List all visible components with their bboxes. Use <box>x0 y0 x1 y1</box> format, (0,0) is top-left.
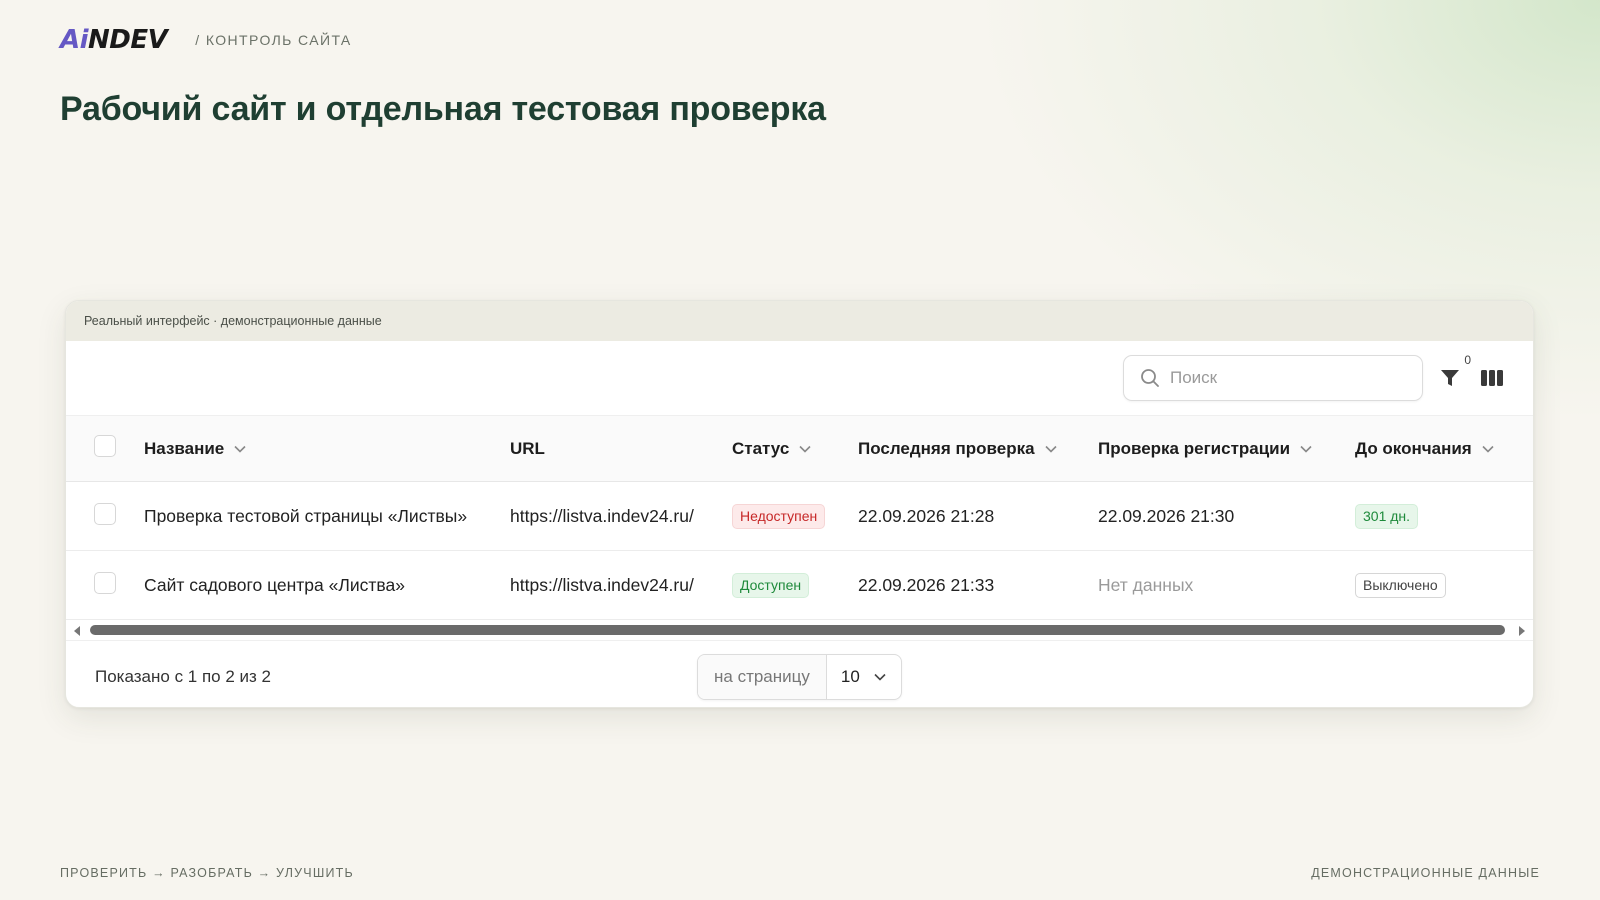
scroll-right-icon[interactable] <box>1517 625 1527 637</box>
chevron-down-icon <box>1300 445 1312 453</box>
site-name[interactable]: Проверка тестовой страницы «Листвы» <box>144 482 510 551</box>
footer-tagline: Проверить → разобрать → улучшить <box>60 866 354 880</box>
brand-logo[interactable]: AiNDEV <box>60 25 168 55</box>
pagination-summary: Показано с 1 по 2 из 2 <box>95 666 271 686</box>
search-icon <box>1141 369 1159 387</box>
column-header-last-check[interactable]: Последняя проверка <box>858 416 1098 482</box>
site-url[interactable]: https://listva.indev24.ru/ <box>510 482 732 551</box>
table-row[interactable]: Сайт садового центра «Листва» https://li… <box>66 551 1533 620</box>
select-all-checkbox[interactable] <box>94 435 116 457</box>
reg-check: 22.09.2026 21:30 <box>1098 505 1235 526</box>
panel-caption: Реальный интерфейс · демонстрационные да… <box>66 301 1533 341</box>
page-title: Рабочий сайт и отдельная тестовая провер… <box>60 90 826 128</box>
per-page-label: на страницу <box>698 655 827 699</box>
chevron-down-icon <box>1482 445 1494 453</box>
breadcrumb: / Контроль сайта <box>195 32 352 48</box>
scrollbar-thumb[interactable] <box>90 625 1505 635</box>
footer-note: Демонстрационные данные <box>1311 866 1540 880</box>
header: AiNDEV / Контроль сайта <box>60 25 352 55</box>
per-page-select[interactable]: 10 <box>827 655 901 699</box>
sites-panel: Реальный интерфейс · демонстрационные да… <box>65 300 1534 708</box>
filter-icon <box>1441 370 1459 386</box>
last-check: 22.09.2026 21:33 <box>858 574 995 595</box>
logo-accent: Ai <box>60 25 89 55</box>
site-name[interactable]: Сайт садового центра «Листва» <box>144 551 510 620</box>
per-page-control: на страницу 10 <box>697 654 902 700</box>
columns-button[interactable] <box>1477 363 1507 393</box>
column-header-remaining[interactable]: До окончания <box>1355 416 1533 482</box>
chevron-down-icon <box>1044 445 1057 453</box>
scroll-left-icon[interactable] <box>72 625 82 637</box>
table-row[interactable]: Проверка тестовой страницы «Листвы» http… <box>66 482 1533 551</box>
site-url[interactable]: https://listva.indev24.ru/ <box>510 551 732 620</box>
table-toolbar: 0 <box>66 341 1533 415</box>
remaining-badge: Выключено <box>1355 572 1446 598</box>
column-header-url: URL <box>510 438 545 458</box>
column-header-name[interactable]: Название <box>144 416 510 482</box>
column-header-reg-check[interactable]: Проверка регистрации <box>1098 416 1355 482</box>
search-input[interactable] <box>1170 368 1400 388</box>
status-badge: Доступен <box>732 572 810 598</box>
column-header-status[interactable]: Статус <box>732 416 858 482</box>
row-checkbox[interactable] <box>94 502 116 525</box>
remaining-badge: 301 дн. <box>1355 503 1419 529</box>
filter-count: 0 <box>1464 353 1471 367</box>
chevron-down-icon <box>234 445 246 453</box>
logo-rest: NDEV <box>88 25 168 55</box>
search-box[interactable] <box>1123 355 1423 401</box>
filter-button[interactable]: 0 <box>1435 353 1471 393</box>
table-footer: Показано с 1 по 2 из 2 на страницу 10 <box>66 640 1533 707</box>
row-checkbox[interactable] <box>94 571 116 594</box>
columns-icon <box>1481 370 1503 386</box>
horizontal-scrollbar[interactable] <box>66 620 1533 640</box>
table-header-row: Название URL Статус Последняя проверка П… <box>66 415 1533 482</box>
chevron-down-icon <box>799 445 811 453</box>
chevron-down-icon <box>874 673 886 681</box>
last-check: 22.09.2026 21:28 <box>858 505 995 526</box>
status-badge: Недоступен <box>732 503 826 529</box>
reg-check: Нет данных <box>1098 574 1194 595</box>
header-select-cell <box>66 416 144 482</box>
sites-table: Название URL Статус Последняя проверка П… <box>66 415 1533 620</box>
